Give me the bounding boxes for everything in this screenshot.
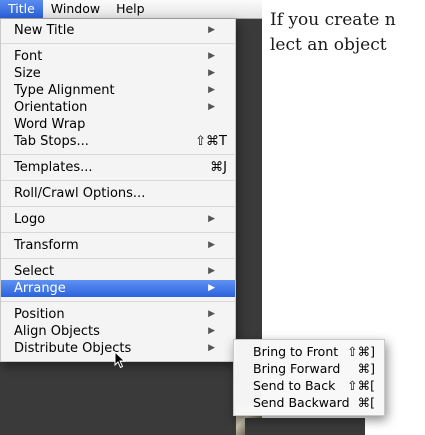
menu-item-label: New Title: [14, 23, 75, 38]
menu-item-label: Arrange: [14, 281, 66, 296]
submenu-item-send-to-back[interactable]: Send to Back ⇧⌘[: [234, 377, 384, 394]
menu-item-label: Size: [14, 66, 41, 81]
menu-item-transform[interactable]: Transform ▶: [1, 237, 235, 254]
submenu-arrow-icon: ▶: [208, 343, 215, 353]
arrange-submenu: Bring to Front ⇧⌘] Bring Forward ⌘] Send…: [233, 339, 385, 416]
menu-separator: [1, 43, 235, 44]
menu-item-label: Font: [14, 49, 43, 64]
menu-item-label: Orientation: [14, 100, 88, 115]
submenu-arrow-icon: ▶: [208, 25, 215, 35]
shortcut-label: ⇧⌘T: [195, 134, 227, 149]
body-text-line-1: If you create n: [270, 10, 396, 30]
submenu-arrow-icon: ▶: [208, 326, 215, 336]
submenu-arrow-icon: ▶: [208, 266, 215, 276]
menu-item-logo[interactable]: Logo ▶: [1, 211, 235, 228]
menu-bar: Title Window Help: [0, 0, 262, 19]
menu-item-label: Align Objects: [14, 324, 100, 339]
menu-item-label: Roll/Crawl Options...: [14, 186, 146, 201]
body-text-line-2: lect an object: [270, 35, 387, 55]
shortcut-label: ⇧⌘]: [347, 344, 375, 359]
submenu-item-label: Bring Forward: [253, 361, 341, 376]
submenu-arrow-icon: ▶: [208, 214, 215, 224]
menu-separator: [1, 258, 235, 259]
background-photo-strip: [245, 418, 365, 435]
menu-item-label: Tab Stops...: [14, 134, 89, 149]
menu-item-templates[interactable]: Templates... ⌘J: [1, 159, 235, 176]
menu-item-roll-crawl-options[interactable]: Roll/Crawl Options...: [1, 185, 235, 202]
shortcut-label: ⇧⌘[: [347, 378, 375, 393]
menu-separator: [1, 301, 235, 302]
submenu-arrow-icon: ▶: [208, 68, 215, 78]
menu-item-align-objects[interactable]: Align Objects ▶: [1, 323, 235, 340]
menu-separator: [1, 180, 235, 181]
menu-item-label: Templates...: [14, 160, 93, 175]
submenu-item-label: Bring to Front: [253, 344, 339, 359]
menu-item-label: Type Alignment: [14, 83, 115, 98]
submenu-arrow-icon: ▶: [208, 51, 215, 61]
menu-item-tab-stops[interactable]: Tab Stops... ⇧⌘T: [1, 133, 235, 150]
menu-separator: [1, 154, 235, 155]
submenu-arrow-icon: ▶: [208, 102, 215, 112]
menu-item-new-title[interactable]: New Title ▶: [1, 22, 235, 39]
submenu-arrow-icon: ▶: [208, 85, 215, 95]
document-body-text: If you create n lect an object: [270, 8, 396, 58]
menu-item-type-alignment[interactable]: Type Alignment ▶: [1, 82, 235, 99]
menu-separator: [1, 232, 235, 233]
menu-item-orientation[interactable]: Orientation ▶: [1, 99, 235, 116]
menubar-help[interactable]: Help: [108, 0, 153, 18]
shortcut-label: ⌘[: [357, 395, 375, 410]
shortcut-label: ⌘]: [357, 361, 375, 376]
menu-separator: [1, 206, 235, 207]
submenu-item-bring-forward[interactable]: Bring Forward ⌘]: [234, 360, 384, 377]
menu-item-word-wrap[interactable]: Word Wrap: [1, 116, 235, 133]
menu-item-position[interactable]: Position ▶: [1, 306, 235, 323]
menu-item-label: Word Wrap: [14, 117, 86, 132]
submenu-arrow-icon: ▶: [208, 309, 215, 319]
submenu-item-bring-to-front[interactable]: Bring to Front ⇧⌘]: [234, 343, 384, 360]
shortcut-label: ⌘J: [210, 160, 227, 175]
menubar-title[interactable]: Title: [0, 0, 43, 18]
submenu-item-send-backward[interactable]: Send Backward ⌘[: [234, 394, 384, 411]
menu-item-arrange[interactable]: Arrange ▶: [1, 280, 235, 297]
submenu-arrow-icon: ▶: [208, 283, 215, 293]
mouse-pointer-icon: [114, 351, 126, 369]
menu-item-select[interactable]: Select ▶: [1, 263, 235, 280]
title-menu: New Title ▶ Font ▶ Size ▶ Type Alignment…: [0, 19, 236, 362]
menubar-window[interactable]: Window: [43, 0, 108, 18]
submenu-item-label: Send Backward: [253, 395, 350, 410]
submenu-item-label: Send to Back: [253, 378, 336, 393]
menu-item-label: Position: [14, 307, 65, 322]
menu-item-font[interactable]: Font ▶: [1, 48, 235, 65]
menu-item-label: Logo: [14, 212, 46, 227]
menu-item-label: Select: [14, 264, 55, 279]
menu-item-size[interactable]: Size ▶: [1, 65, 235, 82]
submenu-arrow-icon: ▶: [208, 240, 215, 250]
menu-item-label: Transform: [14, 238, 79, 253]
